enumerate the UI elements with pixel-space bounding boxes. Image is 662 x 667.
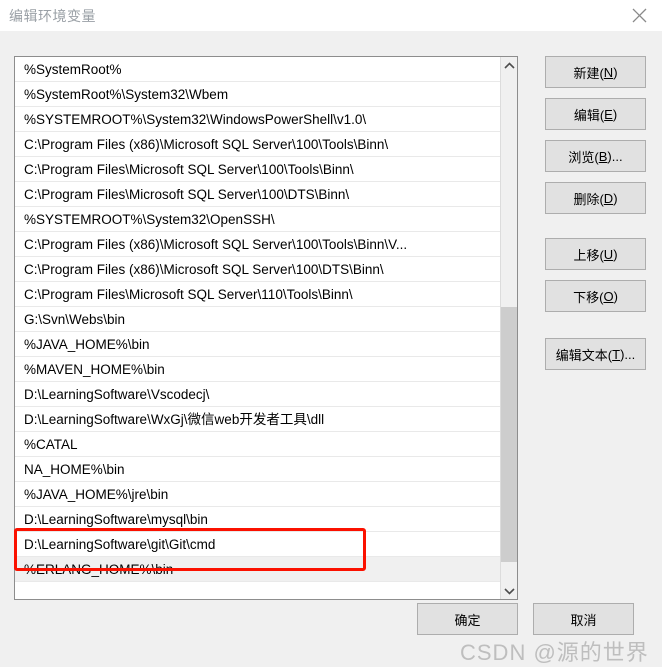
new-button-mnemonic: N (603, 64, 614, 80)
new-button[interactable]: 新建(N) (545, 56, 646, 88)
csdn-watermark: CSDN @源的世界 (460, 640, 649, 665)
scroll-down-button[interactable] (501, 582, 517, 599)
list-item[interactable]: C:\Program Files (x86)\Microsoft SQL Ser… (15, 232, 500, 257)
list-item[interactable]: %SystemRoot%\System32\Wbem (15, 82, 500, 107)
delete-button-mnemonic: D (603, 190, 614, 206)
window-title: 编辑环境变量 (9, 8, 96, 24)
delete-button[interactable]: 删除(D) (545, 182, 646, 214)
close-icon (632, 8, 647, 23)
ok-button-label: 确定 (454, 612, 481, 628)
new-button-suffix: ) (613, 64, 618, 80)
chevron-down-icon (503, 587, 515, 595)
move-up-button-suffix: ) (613, 246, 618, 262)
close-button[interactable] (616, 0, 662, 31)
edit-text-button-suffix: )... (620, 346, 636, 362)
list-item[interactable]: D:\LearningSoftware\mysql\bin (15, 507, 500, 532)
list-item[interactable]: %SYSTEMROOT%\System32\OpenSSH\ (15, 207, 500, 232)
cancel-button[interactable]: 取消 (533, 603, 634, 635)
list-item[interactable]: %JAVA_HOME%\bin (15, 332, 500, 357)
scrollbar-thumb[interactable] (501, 307, 517, 562)
list-item[interactable]: C:\Program Files\Microsoft SQL Server\10… (15, 157, 500, 182)
dialog-body: %SystemRoot% %SystemRoot%\System32\Wbem %S… (0, 31, 662, 665)
move-up-button[interactable]: 上移(U) (545, 238, 646, 270)
new-button-label: 新建( (573, 65, 604, 81)
list-item[interactable]: C:\Program Files (x86)\Microsoft SQL Ser… (15, 257, 500, 282)
delete-button-label: 删除( (573, 191, 604, 207)
move-down-button-suffix: ) (613, 288, 618, 304)
list-item[interactable]: %CATAL (15, 432, 500, 457)
list-item[interactable]: NA_HOME%\bin (15, 457, 500, 482)
list-item[interactable]: D:\LearningSoftware\WxGj\微信web开发者工具\dll (15, 407, 500, 432)
list-item[interactable]: %SystemRoot% (15, 57, 500, 82)
list-item[interactable]: C:\Program Files\Microsoft SQL Server\10… (15, 182, 500, 207)
edit-text-button-mnemonic: T (612, 346, 621, 362)
move-up-button-mnemonic: U (603, 246, 614, 262)
cancel-button-label: 取消 (570, 612, 597, 628)
browse-button-suffix: )... (607, 148, 623, 164)
list-item[interactable]: D:\LearningSoftware\git\Git\cmd (15, 532, 500, 557)
move-down-button-label: 下移( (573, 289, 604, 305)
list-item[interactable]: %ERLANG_HOME%\bin (15, 557, 500, 582)
list-item[interactable]: G:\Svn\Webs\bin (15, 307, 500, 332)
scrollbar-track-above[interactable] (501, 74, 517, 307)
delete-button-suffix: ) (613, 190, 618, 206)
list-item[interactable]: %MAVEN_HOME%\bin (15, 357, 500, 382)
list-item[interactable]: C:\Program Files\Microsoft SQL Server\11… (15, 282, 500, 307)
path-list[interactable]: %SystemRoot% %SystemRoot%\System32\Wbem %S… (14, 56, 518, 600)
list-scrollbar[interactable] (500, 57, 517, 599)
browse-button[interactable]: 浏览(B)... (545, 140, 646, 172)
move-down-button[interactable]: 下移(O) (545, 280, 646, 312)
list-item[interactable]: %SYSTEMROOT%\System32\WindowsPowerShell\… (15, 107, 500, 132)
move-up-button-label: 上移( (573, 247, 604, 263)
edit-button[interactable]: 编辑(E) (545, 98, 646, 130)
list-item[interactable]: D:\LearningSoftware\Vscodecj\ (15, 382, 500, 407)
edit-text-button[interactable]: 编辑文本(T)... (545, 338, 646, 370)
scrollbar-track-below[interactable] (501, 562, 517, 584)
edit-button-suffix: ) (612, 106, 618, 122)
browse-button-label: 浏览( (568, 149, 599, 165)
edit-button-mnemonic: E (604, 106, 613, 122)
edit-button-label: 编辑( (573, 107, 605, 123)
chevron-up-icon (503, 61, 515, 70)
edit-text-button-label: 编辑文本( (555, 347, 613, 363)
scroll-up-button[interactable] (501, 57, 517, 74)
title-bar: 编辑环境变量 (0, 0, 662, 32)
ok-button[interactable]: 确定 (417, 603, 518, 635)
list-item[interactable]: C:\Program Files (x86)\Microsoft SQL Ser… (15, 132, 500, 157)
browse-button-mnemonic: B (598, 148, 608, 164)
path-list-rows: %SystemRoot% %SystemRoot%\System32\Wbem %S… (15, 57, 500, 599)
list-item[interactable]: %JAVA_HOME%\jre\bin (15, 482, 500, 507)
list-item[interactable] (15, 582, 500, 599)
move-down-button-mnemonic: O (603, 288, 614, 304)
